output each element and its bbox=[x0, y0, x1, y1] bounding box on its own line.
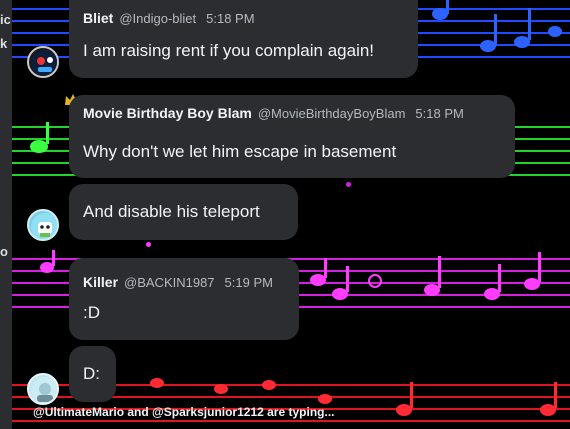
message-username[interactable]: Movie Birthday Boy Blam bbox=[83, 105, 252, 121]
sidebar-fragment: o bbox=[0, 244, 8, 259]
message-username[interactable]: Bliet bbox=[83, 10, 113, 26]
message-bubble[interactable]: D: bbox=[69, 346, 116, 402]
server-sidebar-edge[interactable]: ic k o bbox=[0, 0, 12, 429]
message-text: I am raising rent if you complain again! bbox=[83, 41, 375, 60]
message-bubble[interactable]: And disable his teleport bbox=[69, 184, 298, 240]
message-timestamp: 5:18 PM bbox=[206, 11, 255, 26]
message-text: :D bbox=[83, 303, 100, 322]
message-timestamp: 5:19 PM bbox=[224, 275, 273, 290]
sidebar-fragment: k bbox=[0, 36, 8, 51]
message-text: D: bbox=[83, 364, 100, 383]
message-handle: @MovieBirthdayBoyBlam bbox=[257, 106, 406, 121]
message-text: And disable his teleport bbox=[83, 202, 260, 221]
message-bubble[interactable]: Bliet @Indigo-bliet 5:18 PM I am raising… bbox=[69, 0, 418, 78]
message-handle: @Indigo-bliet bbox=[119, 11, 197, 26]
message-bubble[interactable]: Movie Birthday Boy Blam @MovieBirthdayBo… bbox=[69, 95, 515, 178]
avatar[interactable] bbox=[27, 46, 59, 78]
sidebar-fragment: ic bbox=[0, 12, 11, 27]
avatar[interactable] bbox=[27, 373, 59, 405]
message-text: Why don't we let him escape in basement bbox=[83, 142, 397, 161]
avatar[interactable] bbox=[27, 209, 59, 241]
message-timestamp: 5:18 PM bbox=[415, 106, 464, 121]
message-handle: @BACKIN1987 bbox=[124, 275, 215, 290]
message-bubble[interactable]: Killer @BACKIN1987 5:19 PM :D bbox=[69, 258, 299, 340]
message-username[interactable]: Killer bbox=[83, 274, 118, 290]
typing-indicator: @UltimateMario and @Sparksjunior1212 are… bbox=[33, 405, 335, 419]
